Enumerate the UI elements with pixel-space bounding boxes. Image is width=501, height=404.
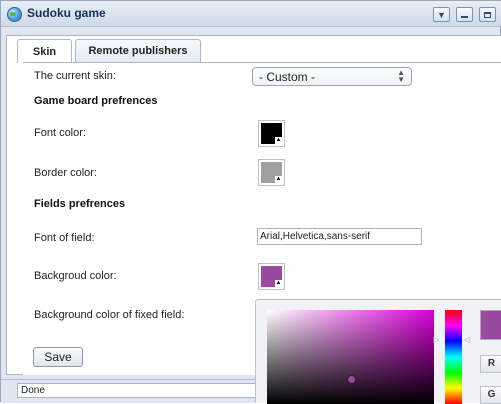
background-color-label: Backgroud color: bbox=[34, 270, 117, 282]
hue-right-arrow-icon: ◁ bbox=[464, 335, 471, 344]
tab-skin-label: Skin bbox=[32, 45, 57, 58]
tab-remote-publishers[interactable]: Remote publishers bbox=[75, 39, 201, 62]
font-color-swatch[interactable]: ▲ bbox=[258, 120, 285, 147]
swatch-dropdown-icon: ▲ bbox=[275, 176, 282, 183]
save-button[interactable]: Save bbox=[33, 347, 83, 367]
globe-icon bbox=[7, 7, 22, 22]
window-title: Sudoku game bbox=[27, 6, 106, 20]
skin-select[interactable]: - Custom - ▲ ▼ bbox=[252, 67, 412, 86]
swatch-dropdown-icon: ▲ bbox=[275, 280, 282, 287]
border-color-label: Border color: bbox=[34, 167, 97, 179]
hue-left-arrow-icon: ▷ bbox=[433, 335, 440, 344]
maximize-button[interactable] bbox=[479, 7, 496, 22]
channel-g-button[interactable]: G bbox=[480, 386, 501, 404]
fields-section-header: Fields prefrences bbox=[34, 198, 126, 210]
fixed-field-bg-label: Background color of fixed field: bbox=[34, 309, 185, 321]
current-skin-label: The current skin: bbox=[34, 70, 116, 82]
background-color-swatch[interactable]: ▲ bbox=[258, 263, 285, 290]
skin-select-value: - Custom - bbox=[259, 70, 316, 84]
font-field-value: Arial,Helvetica,sans-serif bbox=[260, 231, 371, 242]
color-picker-popup: ▷ ◁ R G bbox=[255, 299, 501, 404]
app-window: Sudoku game ▼ Skin Remote publishers The… bbox=[0, 0, 501, 404]
chevron-down-icon: ▼ bbox=[437, 9, 446, 20]
font-field-label: Font of field: bbox=[34, 232, 95, 244]
tab-remote-publishers-label: Remote publishers bbox=[88, 45, 188, 57]
minimize-icon bbox=[461, 16, 468, 18]
hue-slider[interactable] bbox=[445, 310, 462, 404]
border-color-swatch[interactable]: ▲ bbox=[258, 159, 285, 186]
channel-r-button[interactable]: R bbox=[480, 355, 501, 373]
saturation-value-area[interactable] bbox=[267, 310, 434, 404]
color-preview bbox=[480, 310, 501, 340]
title-bar[interactable]: Sudoku game ▼ bbox=[1, 1, 501, 27]
maximize-icon bbox=[484, 11, 491, 18]
font-color-label: Font color: bbox=[34, 127, 86, 139]
font-field-input[interactable]: Arial,Helvetica,sans-serif bbox=[257, 228, 422, 245]
minimize-button[interactable] bbox=[456, 7, 473, 22]
spinner-arrows-icon: ▲ ▼ bbox=[397, 68, 405, 84]
color-cursor[interactable] bbox=[347, 375, 356, 384]
swatch-dropdown-icon: ▲ bbox=[275, 137, 282, 144]
status-text: Done bbox=[17, 383, 257, 398]
board-section-header: Game board prefrences bbox=[34, 95, 158, 107]
tab-skin[interactable]: Skin bbox=[17, 39, 72, 63]
dropdown-button[interactable]: ▼ bbox=[433, 7, 450, 22]
